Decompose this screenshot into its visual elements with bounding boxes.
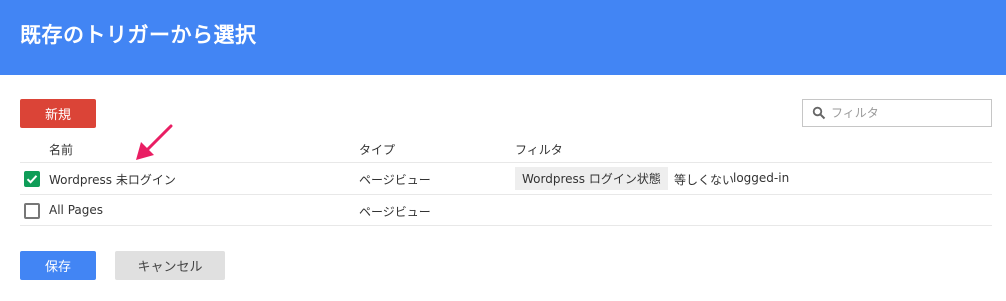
trigger-type: ページビュー bbox=[359, 173, 431, 187]
trigger-name: Wordpress 未ログイン bbox=[49, 173, 176, 187]
table-row[interactable]: All Pages ページビュー bbox=[20, 194, 992, 226]
column-header-filter[interactable]: フィルタ bbox=[515, 141, 563, 158]
table-row[interactable]: Wordpress 未ログイン ページビュー Wordpress ログイン状態 … bbox=[20, 162, 992, 194]
row-checkbox-unchecked[interactable] bbox=[24, 203, 40, 219]
trigger-type: ページビュー bbox=[359, 205, 431, 219]
filter-value: logged-in bbox=[733, 171, 790, 185]
save-button[interactable]: 保存 bbox=[20, 251, 96, 280]
cancel-button[interactable]: キャンセル bbox=[115, 251, 225, 280]
filter-operator: 等しくない bbox=[674, 173, 735, 187]
dialog-title: 既存のトリガーから選択 bbox=[20, 23, 257, 47]
filter-variable-chip: Wordpress ログイン状態 bbox=[515, 167, 668, 190]
filter-search-box[interactable] bbox=[802, 99, 992, 127]
search-icon bbox=[812, 106, 826, 120]
new-trigger-button[interactable]: 新規 bbox=[20, 99, 96, 128]
checkmark-icon bbox=[26, 175, 38, 184]
dialog-header: 既存のトリガーから選択 bbox=[0, 0, 1006, 75]
filter-search-input[interactable] bbox=[831, 104, 986, 122]
trigger-name: All Pages bbox=[49, 203, 103, 217]
column-header-type[interactable]: タイプ bbox=[359, 141, 395, 158]
row-checkbox-checked[interactable] bbox=[24, 171, 40, 187]
column-header-name[interactable]: 名前 bbox=[49, 141, 73, 158]
annotation-arrow-icon bbox=[136, 124, 173, 160]
